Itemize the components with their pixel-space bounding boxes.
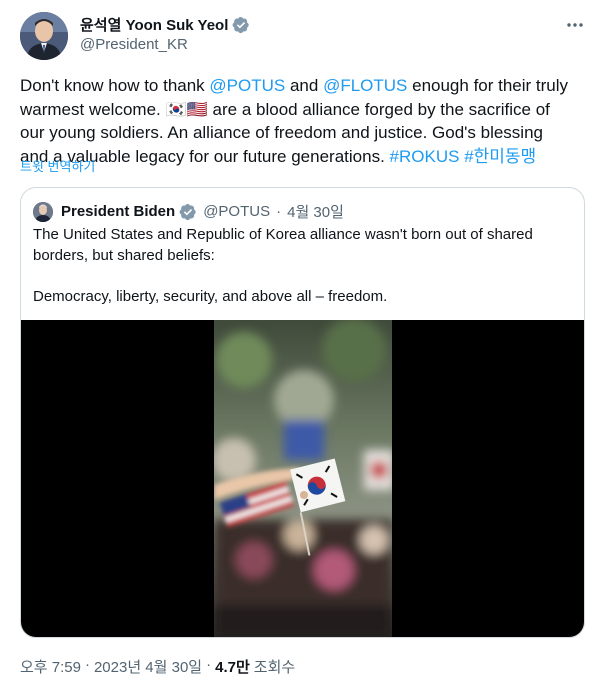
tweet-text-segment: our young soldiers. An alliance of freed… <box>20 123 543 142</box>
tweet-text-line: our young soldiers. An alliance of freed… <box>20 121 580 145</box>
hashtag-link[interactable]: #한미동맹 <box>464 147 536 166</box>
views-count: 4.7만 <box>215 659 250 676</box>
quoted-tweet-header: President Biden @POTUS · 4월 30일 <box>33 201 344 222</box>
quoted-tweet[interactable]: President Biden @POTUS · 4월 30일 The Unit… <box>20 187 585 638</box>
tweet-text: Don't know how to thank @POTUS and @FLOT… <box>20 74 580 168</box>
more-options-button[interactable] <box>564 14 586 36</box>
quoted-author-name: President Biden <box>61 203 176 220</box>
quoted-text-line: borders, but shared beliefs: <box>33 246 215 264</box>
flag-waving-image <box>214 320 392 637</box>
translate-tweet-link[interactable]: 트윗 번역하기 <box>20 156 95 175</box>
mention-link[interactable]: @POTUS <box>209 76 285 95</box>
quoted-date: 4월 30일 <box>287 204 344 221</box>
video-thumbnail <box>214 320 392 637</box>
quoted-avatar-image <box>33 201 53 222</box>
author-display-name[interactable]: 윤석열 Yoon Suk Yeol <box>80 14 228 35</box>
quoted-text-line: Democracy, liberty, security, and above … <box>33 287 388 305</box>
tweet-text-segment: Don't know how to thank <box>20 76 210 95</box>
tweet-text-segment: and <box>285 76 324 95</box>
profile-avatar[interactable] <box>20 12 68 60</box>
quoted-text-line: The United States and Republic of Korea … <box>33 226 533 243</box>
author-name-line: 윤석열 Yoon Suk Yeol <box>80 14 250 35</box>
tweet-footer: 오후 7:59 · 2023년 4월 30일 · 4.7만 조회수 <box>20 656 295 677</box>
mention-link[interactable]: @FLOTUS <box>323 76 407 95</box>
more-dots-icon <box>567 23 583 27</box>
author-handle[interactable]: @President_KR <box>80 36 188 53</box>
quoted-video-player[interactable] <box>21 320 584 637</box>
tweet-text-line: warmest welcome. 🇰🇷🇺🇸 are a blood allian… <box>20 98 580 122</box>
footer-separator: · <box>206 656 212 673</box>
tweet-text-line: and a valuable legacy for our future gen… <box>20 145 580 169</box>
verified-badge-icon <box>232 16 250 33</box>
quoted-author-handle: @POTUS <box>203 203 271 220</box>
quoted-text-blank-line <box>33 266 573 287</box>
quoted-author-avatar <box>33 201 53 222</box>
quoted-verified-badge-icon <box>179 203 196 220</box>
tweet-text-segment: enough for their truly <box>407 76 569 95</box>
tweet-text-line: Don't know how to thank @POTUS and @FLOT… <box>20 74 580 98</box>
tweet-card: 윤석열 Yoon Suk Yeol @President_KR Don't kn… <box>0 0 597 682</box>
footer-separator: · <box>84 656 90 673</box>
avatar-image <box>20 12 68 60</box>
quoted-separator: · <box>276 203 282 220</box>
quoted-tweet-text: The United States and Republic of Korea … <box>33 225 573 307</box>
tweet-time[interactable]: 오후 7:59 <box>20 656 81 677</box>
hashtag-link[interactable]: #ROKUS <box>390 147 460 166</box>
tweet-date[interactable]: 2023년 4월 30일 <box>94 656 202 677</box>
tweet-text-segment: warmest welcome. 🇰🇷🇺🇸 are a blood allian… <box>20 99 550 119</box>
views-label: 조회수 <box>253 659 296 676</box>
